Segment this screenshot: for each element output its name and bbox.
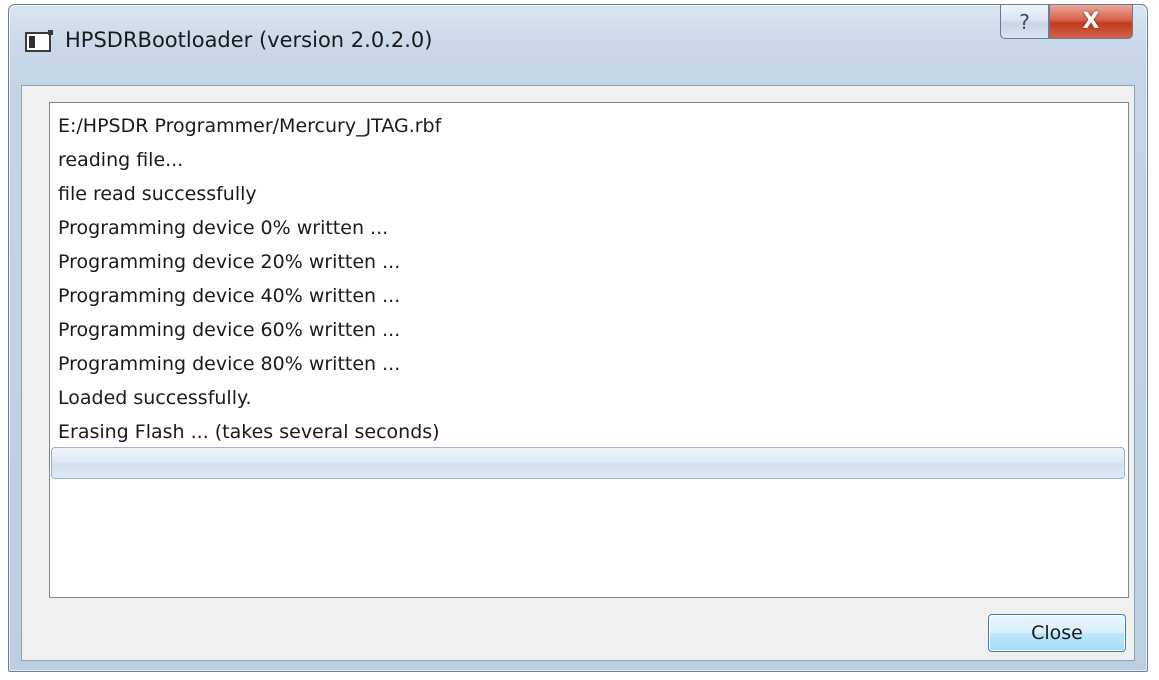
log-lines: E:/HPSDR Programmer/Mercury_JTAG.rbf rea… — [58, 109, 1120, 449]
log-line: Programming device 20% written ... — [58, 251, 401, 273]
log-line: Loaded successfully. — [58, 387, 252, 409]
app-window-icon — [25, 30, 53, 52]
log-line: file read successfully — [58, 183, 257, 205]
log-line: Programming device 80% written ... — [58, 353, 401, 375]
log-line: Programming device 60% written ... — [58, 319, 401, 341]
log-line: Programming device 40% written ... — [58, 285, 401, 307]
log-line: E:/HPSDR Programmer/Mercury_JTAG.rbf — [58, 115, 442, 137]
bootloader-window: HPSDRBootloader (version 2.0.2.0) ? X E:… — [8, 4, 1148, 672]
help-button[interactable]: ? — [1000, 5, 1049, 39]
close-icon: X — [1082, 9, 1100, 34]
help-icon: ? — [1019, 9, 1030, 34]
window-close-button[interactable]: X — [1049, 5, 1133, 39]
log-line: Erasing Flash ... (takes several seconds… — [58, 421, 440, 443]
title-bar[interactable]: HPSDRBootloader (version 2.0.2.0) ? X — [9, 5, 1147, 85]
progress-bar — [51, 447, 1125, 479]
window-title: HPSDRBootloader (version 2.0.2.0) — [65, 28, 433, 52]
log-line: Programming device 0% written ... — [58, 217, 389, 239]
log-line: reading file... — [58, 149, 184, 171]
dialog-client-area: E:/HPSDR Programmer/Mercury_JTAG.rbf rea… — [21, 85, 1135, 661]
close-button[interactable]: Close — [988, 614, 1126, 652]
log-panel[interactable]: E:/HPSDR Programmer/Mercury_JTAG.rbf rea… — [49, 102, 1129, 598]
